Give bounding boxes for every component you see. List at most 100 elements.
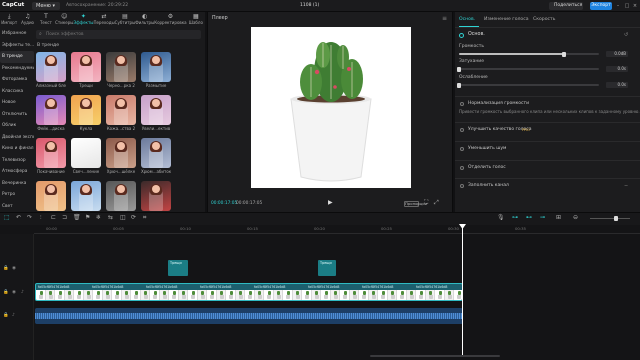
marker-icon[interactable]: ⚑	[85, 214, 90, 221]
slider-knob[interactable]	[457, 82, 461, 88]
tab-audio[interactable]: ♫ Аудио	[18, 12, 36, 26]
preview-axis-icon[interactable]: ⊸	[540, 214, 545, 221]
tab-effects[interactable]: ✦ Эффекты	[73, 12, 93, 26]
audio-clip[interactable]	[35, 308, 463, 324]
main-menu-button[interactable]: Меню ▾	[32, 2, 60, 10]
category-item[interactable]: Свет	[0, 201, 34, 213]
tab-filters[interactable]: ◐ Фильтры	[135, 12, 154, 26]
effect-card[interactable]: Размытие	[141, 52, 171, 88]
video-track-lock-icon[interactable]: 🔒	[3, 290, 9, 295]
tab-captions[interactable]: ▤ Субтитры	[115, 12, 136, 26]
category-item[interactable]: Рекомендуемые	[0, 63, 34, 75]
slider-track[interactable]	[457, 66, 599, 72]
category-item[interactable]: Классика	[0, 86, 34, 98]
category-item[interactable]: Избранное	[0, 28, 34, 40]
tab-voice-changer[interactable]: Изменение голоса	[484, 17, 529, 22]
select-tool-icon[interactable]: ⬚	[4, 214, 10, 221]
preview-canvas[interactable]	[251, 27, 411, 188]
option-label[interactable]: Уменьшить шум	[468, 146, 506, 151]
option-label[interactable]: Нормализация громкости	[468, 101, 529, 106]
fx-track-eye-icon[interactable]: ◉	[12, 266, 16, 271]
minimize-icon[interactable]: –	[615, 3, 621, 9]
snap-icon[interactable]: ⊶	[512, 214, 518, 221]
reverse-icon[interactable]: ⇆	[108, 214, 113, 221]
tab-speed[interactable]: Скорость	[533, 17, 555, 22]
crop-tool-icon[interactable]: ⌗	[143, 214, 146, 222]
category-item[interactable]: Эффекты те...	[0, 40, 34, 52]
video-clip[interactable]: fa05cf8f54761b6d8 fa05cf8f54761b6d8 fa05cf…	[35, 283, 463, 301]
option-checkbox[interactable]	[460, 102, 464, 106]
redo-icon[interactable]: ↷	[27, 214, 32, 221]
playhead[interactable]	[462, 225, 463, 355]
reset-icon[interactable]: ↺	[624, 32, 628, 38]
delete-icon[interactable]: 🗑	[73, 214, 81, 221]
option-label[interactable]: Заполнить канал	[468, 183, 509, 188]
microphone-icon[interactable]: 🎙	[497, 214, 505, 221]
rotate-icon[interactable]: ⟳	[131, 214, 136, 221]
effect-card[interactable]: Увели...ектив	[141, 95, 171, 131]
option-checkbox[interactable]	[460, 128, 464, 132]
tab-transitions[interactable]: ⇄ Переходы	[93, 12, 114, 26]
slider-track[interactable]	[459, 51, 599, 57]
tab-template[interactable]: ▦ Шабло	[187, 12, 205, 26]
close-icon[interactable]: ×	[632, 3, 638, 9]
option-checkbox[interactable]	[460, 166, 464, 170]
effect-card[interactable]: Кукла	[71, 95, 101, 131]
category-item[interactable]: Ретро	[0, 189, 34, 201]
slider-value-input[interactable]: 0.0s	[606, 82, 628, 88]
fx-track-lock-icon[interactable]: 🔒	[3, 266, 9, 271]
slider-value-input[interactable]: 0.0s	[606, 66, 628, 72]
option-label[interactable]: Отделить голос	[468, 165, 506, 170]
effect-card[interactable]: Фейк...диска	[36, 95, 66, 131]
player-menu-icon[interactable]: ≡	[442, 15, 447, 22]
effect-card[interactable]: Покачивание	[36, 138, 66, 174]
collapse-icon[interactable]: −	[624, 183, 628, 189]
audio-track-lock-icon[interactable]: 🔒	[3, 313, 9, 318]
zoom-out-icon[interactable]: ⊖	[573, 214, 578, 221]
effect-card[interactable]: Свеч...ление	[71, 138, 101, 174]
crop-icon[interactable]: ⛶	[424, 199, 428, 207]
link-icon[interactable]: ⊷	[526, 214, 532, 221]
timeline-scrollbar[interactable]	[370, 355, 500, 357]
timeline-ruler[interactable]	[34, 225, 640, 234]
zoom-slider[interactable]	[590, 218, 630, 219]
play-icon[interactable]: ▶	[328, 199, 333, 206]
slider-track[interactable]	[457, 82, 599, 88]
category-item[interactable]: Кино и финал	[0, 143, 34, 155]
freeze-icon[interactable]: ❄	[96, 214, 101, 221]
category-item[interactable]: Телевизор	[0, 155, 34, 167]
tab-import[interactable]: ⤓ Импорт	[0, 12, 18, 26]
effect-clip[interactable]: Трещи	[318, 260, 336, 276]
project-title[interactable]: 1108 (1)	[300, 3, 319, 8]
effect-card[interactable]: Хрюч...шёлке	[106, 138, 136, 174]
split-left-icon[interactable]: ⊏	[51, 214, 56, 221]
split-screen-icon[interactable]: ⊞	[556, 214, 561, 221]
zoom-knob[interactable]	[614, 216, 618, 221]
export-button[interactable]: Экспорт	[590, 2, 612, 10]
effect-card[interactable]: Кожа...ства 2	[106, 95, 136, 131]
category-item[interactable]: Облик	[0, 120, 34, 132]
basic-toggle[interactable]	[459, 33, 464, 38]
split-right-icon[interactable]: ⊐	[62, 214, 67, 221]
tab-adjust[interactable]: ⚙ Корректировка	[154, 12, 186, 26]
tab-basic[interactable]: Основ.	[459, 17, 475, 22]
slider-knob[interactable]	[562, 51, 566, 57]
category-item[interactable]: Двойная экспозиция	[0, 132, 34, 144]
video-track-eye-icon[interactable]: ◉	[12, 290, 16, 295]
category-item[interactable]: Отключить	[0, 109, 34, 121]
category-item[interactable]: Атмосфера	[0, 166, 34, 178]
audio-track-mute-icon[interactable]: ♪	[12, 313, 15, 318]
category-item[interactable]: Фоторамка	[0, 74, 34, 86]
effect-clip[interactable]: Трещи	[168, 260, 188, 276]
undo-icon[interactable]: ↶	[16, 214, 21, 221]
option-checkbox[interactable]	[460, 184, 464, 188]
video-track-audio-icon[interactable]: ♪	[21, 290, 24, 295]
option-checkbox[interactable]	[460, 147, 464, 151]
slider-knob[interactable]	[457, 66, 461, 72]
share-button[interactable]: Поделиться	[549, 2, 583, 10]
effects-search-input[interactable]: Поиск эффектов	[36, 30, 201, 39]
category-item[interactable]: В тренде	[0, 51, 34, 63]
effect-card[interactable]: Алмазный бле	[36, 52, 66, 88]
fullscreen-icon[interactable]: ⤢	[434, 199, 439, 207]
category-item[interactable]: Новое	[0, 97, 34, 109]
